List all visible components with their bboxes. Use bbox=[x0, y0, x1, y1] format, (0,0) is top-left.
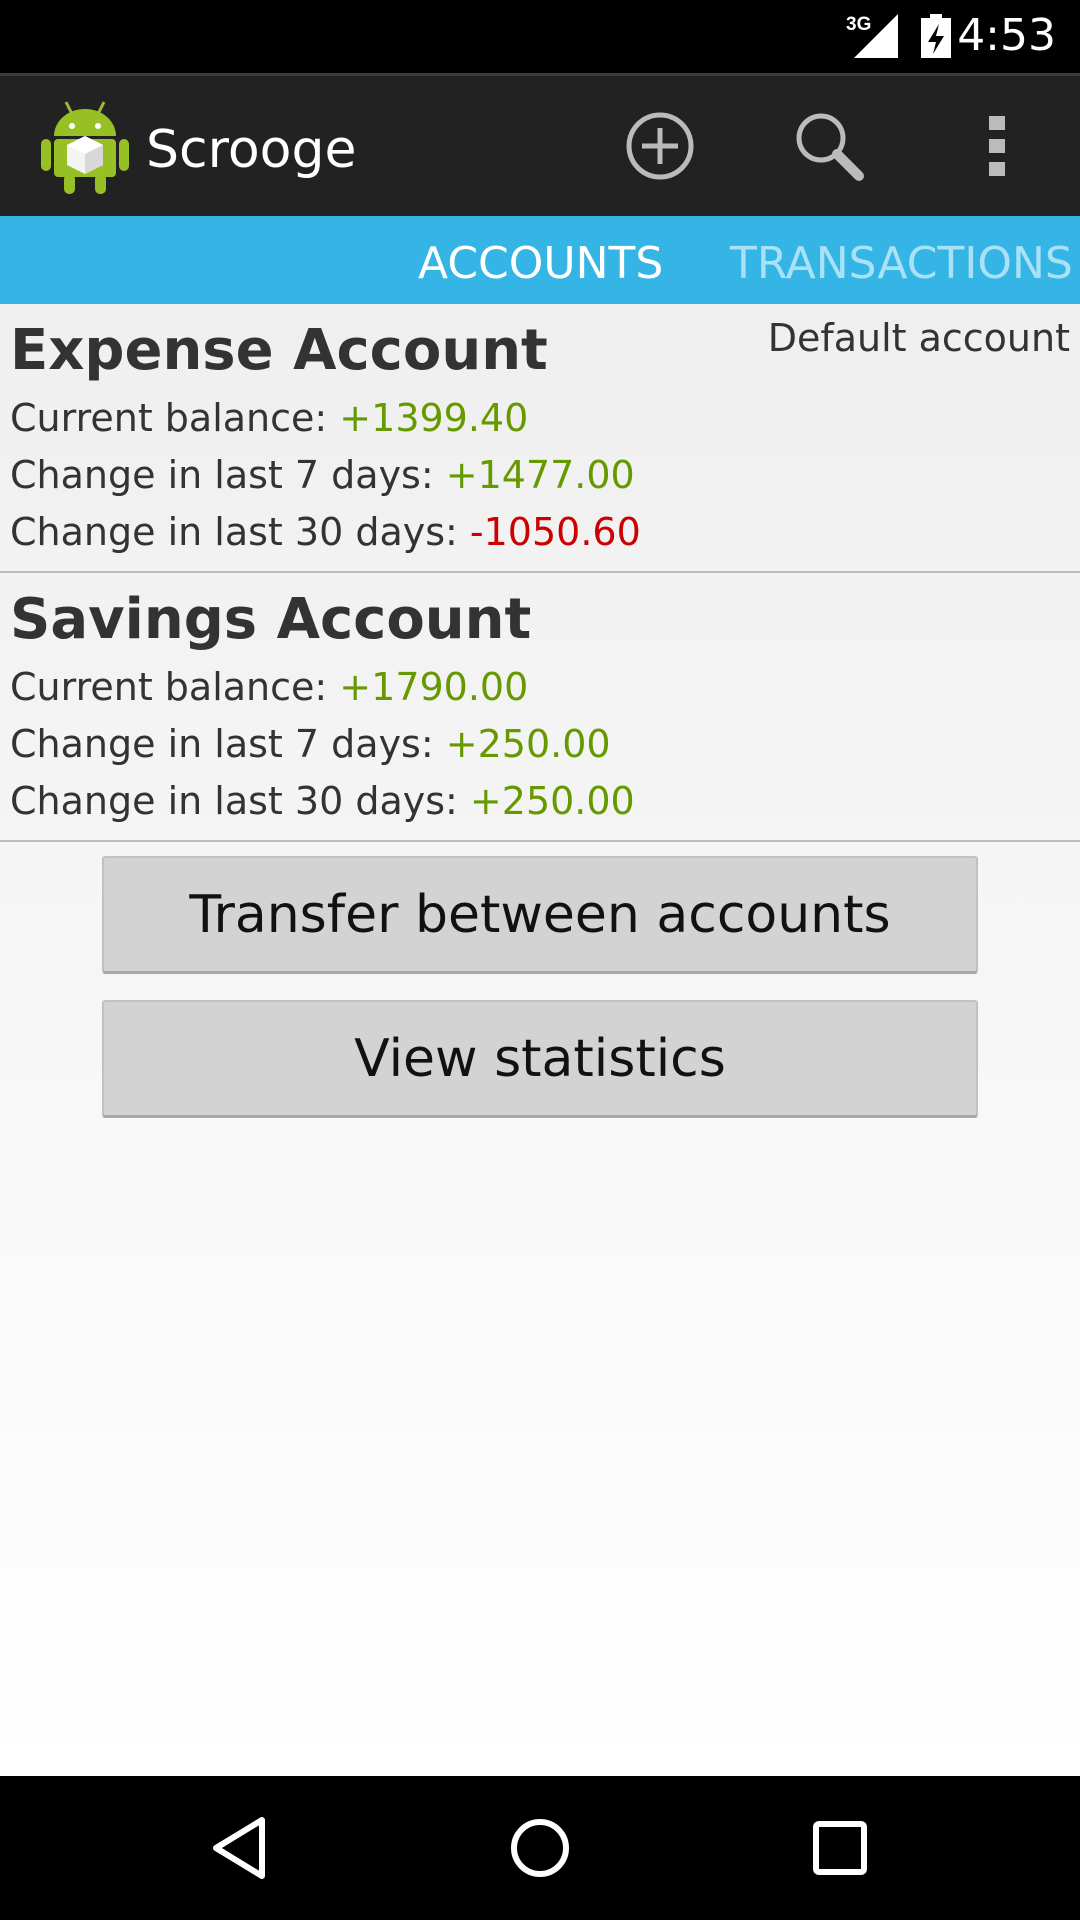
balance-value: +1790.00 bbox=[339, 665, 529, 709]
view-statistics-button[interactable]: View statistics bbox=[102, 1000, 978, 1118]
network-type: 3G bbox=[846, 14, 872, 35]
default-account-label: Default account bbox=[767, 316, 1070, 360]
home-icon[interactable] bbox=[498, 1806, 582, 1890]
clock: 4:53 bbox=[957, 10, 1056, 61]
status-bar: 3G 4:53 bbox=[0, 0, 1080, 73]
balance-value: +1399.40 bbox=[339, 396, 529, 440]
battery-charging-icon bbox=[921, 14, 951, 58]
search-icon bbox=[796, 113, 864, 181]
account-card-savings[interactable]: Savings Account Current balance: +1790.0… bbox=[0, 573, 1080, 842]
tab-strip: ACCOUNTS TRANSACTIONS bbox=[0, 216, 1080, 304]
month-change-label: Change in last 30 days: bbox=[10, 779, 470, 823]
balance-row: Current balance: +1790.00 bbox=[10, 665, 528, 709]
android-robot-icon[interactable] bbox=[40, 98, 130, 196]
app-title: Scrooge bbox=[146, 120, 357, 180]
month-change-row: Change in last 30 days: -1050.60 bbox=[10, 510, 641, 554]
week-change-row: Change in last 7 days: +1477.00 bbox=[10, 453, 635, 497]
overflow-menu-button[interactable] bbox=[954, 103, 1040, 189]
account-card-expense[interactable]: Expense Account Default account Current … bbox=[0, 304, 1080, 573]
account-name: Savings Account bbox=[10, 587, 532, 652]
week-change-value: +1477.00 bbox=[445, 453, 635, 497]
month-change-value: -1050.60 bbox=[469, 510, 641, 554]
month-change-label: Change in last 30 days: bbox=[10, 510, 470, 554]
balance-row: Current balance: +1399.40 bbox=[10, 396, 528, 440]
transfer-button[interactable]: Transfer between accounts bbox=[102, 856, 978, 974]
navigation-bar bbox=[0, 1776, 1080, 1920]
action-bar: Scrooge bbox=[0, 73, 1080, 216]
month-change-row: Change in last 30 days: +250.00 bbox=[10, 779, 635, 823]
add-icon bbox=[626, 112, 694, 180]
account-name: Expense Account bbox=[10, 318, 548, 383]
tab-transactions[interactable]: TRANSACTIONS bbox=[730, 238, 1073, 289]
month-change-value: +250.00 bbox=[469, 779, 635, 823]
overflow-menu-icon bbox=[989, 116, 1005, 176]
week-change-row: Change in last 7 days: +250.00 bbox=[10, 722, 611, 766]
week-change-value: +250.00 bbox=[445, 722, 611, 766]
recents-icon[interactable] bbox=[798, 1806, 882, 1890]
week-change-label: Change in last 7 days: bbox=[10, 722, 446, 766]
balance-label: Current balance: bbox=[10, 665, 340, 709]
search-button[interactable] bbox=[786, 103, 872, 189]
tab-accounts[interactable]: ACCOUNTS bbox=[418, 238, 663, 289]
accounts-list: Expense Account Default account Current … bbox=[0, 304, 1080, 1776]
week-change-label: Change in last 7 days: bbox=[10, 453, 446, 497]
back-icon[interactable] bbox=[198, 1806, 282, 1890]
add-button[interactable] bbox=[617, 103, 703, 189]
balance-label: Current balance: bbox=[10, 396, 340, 440]
